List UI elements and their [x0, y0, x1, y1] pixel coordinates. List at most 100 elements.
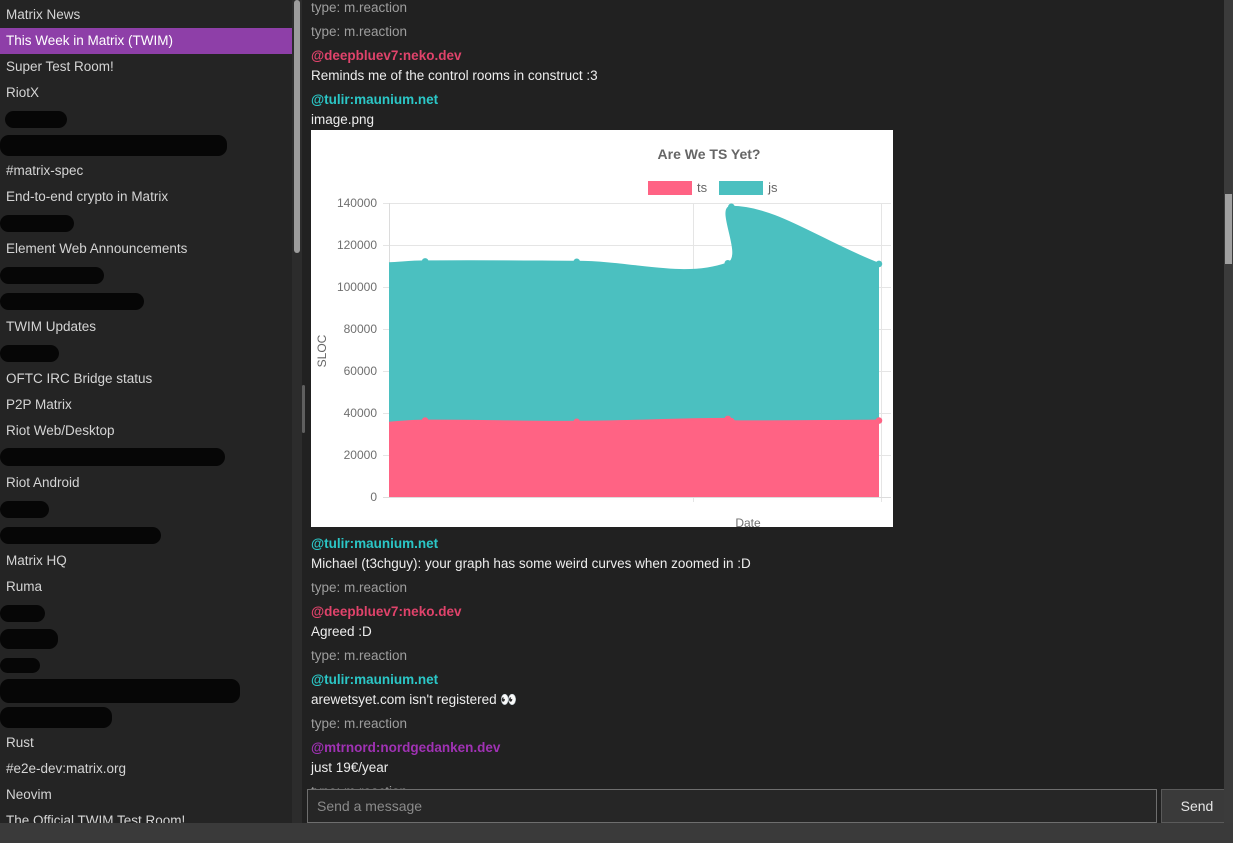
sidebar-room-item[interactable]: Neovim [0, 782, 292, 808]
room-name-label: TWIM Updates [6, 319, 96, 334]
sidebar-room-redacted[interactable] [0, 652, 292, 678]
sidebar-room-redacted[interactable] [0, 522, 292, 548]
legend-swatch-ts [648, 181, 692, 195]
room-name-label: Neovim [6, 787, 52, 802]
room-name-label: #e2e-dev:matrix.org [6, 761, 126, 776]
data-point-js [422, 258, 429, 265]
y-axis-title: SLOC [315, 331, 329, 371]
secondary-scrollbar-thumb[interactable] [302, 385, 305, 433]
sidebar-room-redacted[interactable] [0, 340, 292, 366]
sidebar-room-item[interactable]: Ruma [0, 574, 292, 600]
redaction-pill [0, 707, 112, 728]
sidebar-room-redacted[interactable] [0, 704, 292, 730]
bottom-strip [0, 823, 1233, 843]
sidebar-room-item[interactable]: RiotX [0, 80, 292, 106]
y-axis-tick-label: 140000 [311, 196, 377, 210]
room-name-label: Matrix HQ [6, 553, 67, 568]
send-button[interactable]: Send [1161, 789, 1233, 823]
data-point-ts [422, 417, 429, 424]
chart-image-attachment[interactable]: Are We TS Yet?tsjs1400001200001000008000… [311, 130, 893, 527]
sidebar-room-redacted[interactable] [0, 210, 292, 236]
message-group: @deepbluev7:neko.dev Reminds me of the co… [311, 49, 1224, 83]
message-sender[interactable]: @deepbluev7:neko.dev [311, 49, 1224, 63]
message-group: @tulir:maunium.netarewetsyet.com isn't r… [311, 673, 1224, 707]
y-axis-tick-label: 120000 [311, 238, 377, 252]
event-line: type: m.reaction [311, 25, 1224, 39]
room-name-label: OFTC IRC Bridge status [6, 371, 152, 386]
room-name-label: Element Web Announcements [6, 241, 187, 256]
redaction-pill [0, 135, 227, 156]
sidebar-room-item[interactable]: #e2e-dev:matrix.org [0, 756, 292, 782]
sidebar-room-redacted[interactable] [0, 600, 292, 626]
legend-label-ts: ts [697, 180, 707, 195]
room-name-label: Matrix News [6, 7, 80, 22]
sidebar-room-item[interactable]: TWIM Updates [0, 314, 292, 340]
room-name-label: Riot Web/Desktop [6, 423, 115, 438]
sidebar-room-redacted[interactable] [0, 626, 292, 652]
y-axis-tick-label: 100000 [311, 280, 377, 294]
redaction-pill [0, 679, 240, 703]
redaction-pill [0, 293, 144, 310]
sidebar-room-item[interactable]: Riot Web/Desktop [0, 418, 292, 444]
sidebar-room-redacted[interactable] [0, 496, 292, 522]
room-name-label: The Official TWIM Test Room! [6, 813, 185, 823]
redaction-pill [0, 501, 49, 518]
sidebar-room-item[interactable]: OFTC IRC Bridge status [0, 366, 292, 392]
chat-scrollbar-track[interactable] [1224, 0, 1233, 823]
sidebar-room-item[interactable]: Riot Android [0, 470, 292, 496]
room-name-label: RiotX [6, 85, 39, 100]
sidebar-room-redacted[interactable] [0, 678, 292, 704]
legend-label-js: js [768, 180, 777, 195]
message-text: just 19€/year [311, 761, 1224, 775]
redaction-pill [0, 658, 40, 673]
chat-scrollbar-thumb[interactable] [1225, 194, 1232, 264]
data-point-js [728, 203, 735, 210]
room-name-label: Super Test Room! [6, 59, 114, 74]
sidebar-scrollbar-thumb[interactable] [294, 0, 300, 253]
sidebar-room-item[interactable]: This Week in Matrix (TWIM) [0, 28, 292, 54]
series-area-ts [389, 419, 879, 497]
sidebar-scrollbar-track[interactable] [292, 0, 302, 823]
sidebar-room-item[interactable]: Rust [0, 730, 292, 756]
redaction-pill [0, 527, 161, 544]
sidebar-room-redacted[interactable] [0, 288, 292, 314]
sidebar-room-item[interactable]: P2P Matrix [0, 392, 292, 418]
message-sender[interactable]: @mtrnord:nordgedanken.dev [311, 741, 1224, 755]
sidebar-room-item[interactable]: End-to-end crypto in Matrix [0, 184, 292, 210]
message-composer: Send [307, 789, 1233, 823]
message-sender[interactable]: @deepbluev7:neko.dev [311, 605, 1224, 619]
message-text: Reminds me of the control rooms in const… [311, 69, 1224, 83]
data-point-js [876, 261, 883, 268]
data-point-js [725, 260, 732, 267]
redaction-pill [0, 215, 74, 232]
y-axis-tick-label: 20000 [311, 448, 377, 462]
message-group: @tulir:maunium.netimage.pngAre We TS Yet… [311, 93, 1224, 527]
redaction-pill [0, 629, 58, 649]
message-sender[interactable]: @tulir:maunium.net [311, 537, 1224, 551]
sidebar-room-redacted[interactable] [0, 262, 292, 288]
event-line: type: m.reaction [311, 649, 1224, 663]
chart-legend: ts js [648, 180, 790, 195]
sidebar-room-item[interactable]: Matrix HQ [0, 548, 292, 574]
sidebar-room-redacted[interactable] [0, 444, 292, 470]
redaction-pill [0, 345, 59, 362]
redaction-pill [0, 605, 45, 622]
sidebar-room-redacted[interactable] [0, 106, 292, 132]
sidebar-room-item[interactable]: #matrix-spec [0, 158, 292, 184]
redaction-pill [0, 267, 104, 284]
message-sender[interactable]: @tulir:maunium.net [311, 673, 1224, 687]
sidebar-room-item[interactable]: Super Test Room! [0, 54, 292, 80]
y-axis-tick-label: 40000 [311, 406, 377, 420]
sidebar-room-item[interactable]: The Official TWIM Test Room! [0, 808, 292, 823]
data-point-ts [728, 418, 735, 425]
message-sender[interactable]: @tulir:maunium.net [311, 93, 1224, 107]
event-line: type: m.reaction [311, 581, 1224, 595]
event-line: type: m.reaction [311, 717, 1224, 731]
room-name-label: #matrix-spec [6, 163, 83, 178]
sidebar-room-redacted[interactable] [0, 132, 292, 158]
message-input[interactable] [307, 789, 1157, 823]
sidebar-room-item[interactable]: Element Web Announcements [0, 236, 292, 262]
sidebar-room-item[interactable]: Matrix News [0, 2, 292, 28]
room-name-label: Ruma [6, 579, 42, 594]
room-name-label: Rust [6, 735, 34, 750]
